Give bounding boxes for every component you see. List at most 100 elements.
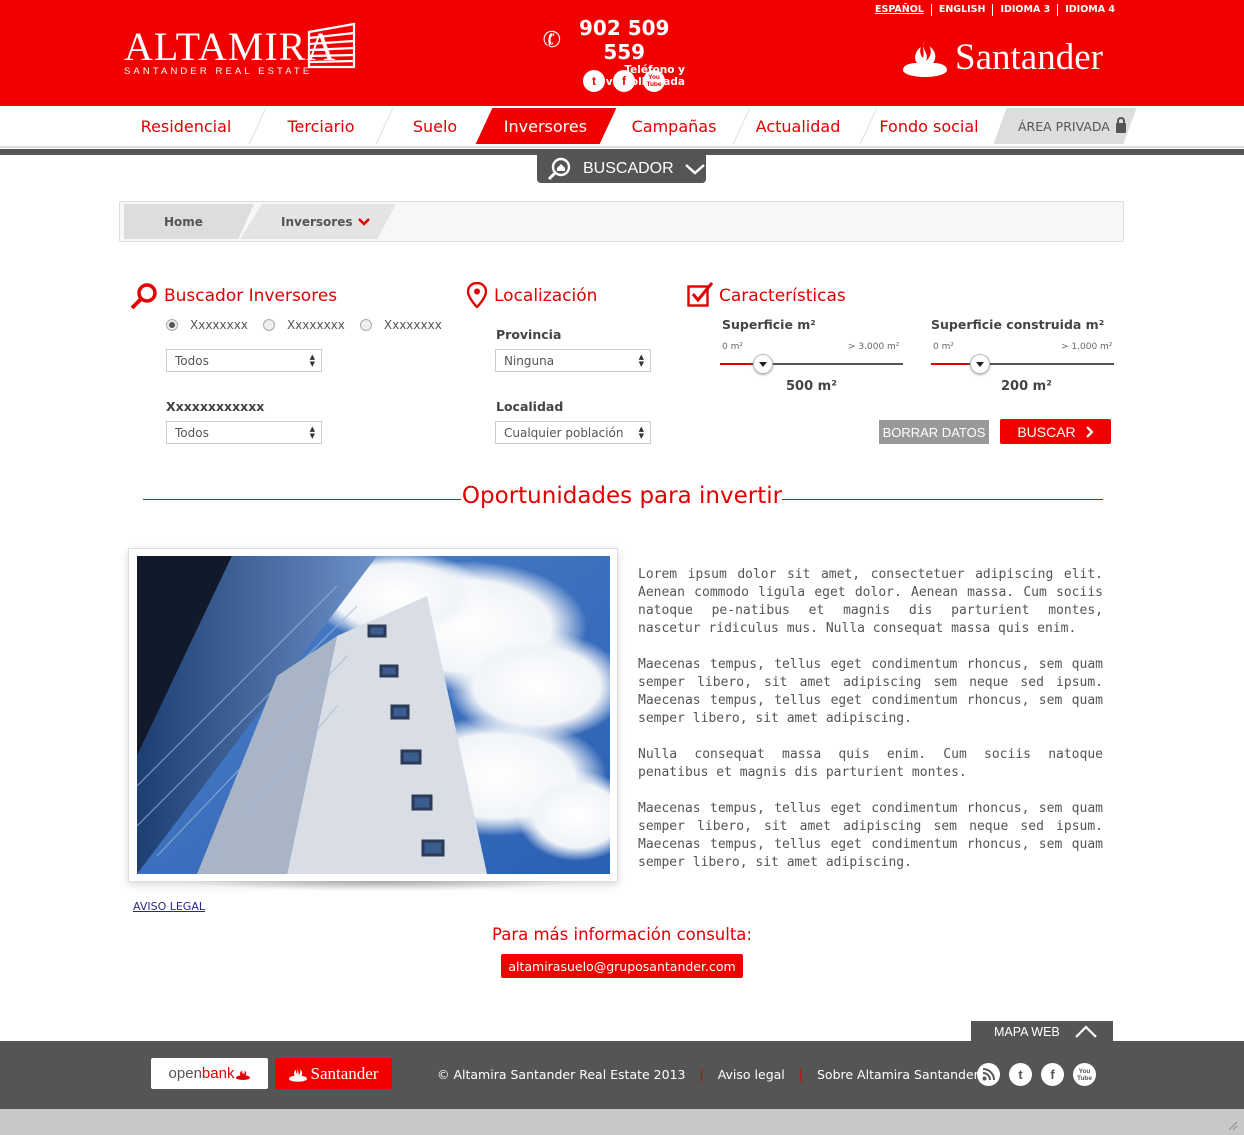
footer-link-aviso-legal[interactable]: Aviso legal [718, 1067, 785, 1082]
select-arrows-icon: ▲ ▼ [638, 425, 644, 440]
phone-number: 902 509 559 [578, 16, 670, 64]
chevron-right-icon [1085, 425, 1094, 438]
santander-flame-icon [236, 1068, 251, 1080]
contact-email-button[interactable]: altamirasuelo@gruposantander.com [501, 954, 743, 978]
private-area-text: ÁREA PRIVADA [1018, 118, 1110, 134]
slider2-max: > 1.000 m² [1061, 342, 1113, 352]
section-title-buscador: Buscador Inversores [164, 286, 338, 306]
select-arrows-icon: ▲ ▼ [309, 425, 315, 440]
slider1-label: Superficie m² [722, 317, 816, 332]
chevron-up-icon [1075, 1025, 1097, 1038]
lang-espanol[interactable]: ESPAÑOL [868, 4, 931, 16]
lang-english[interactable]: ENGLISH [930, 4, 993, 16]
chevron-down-icon [684, 164, 705, 175]
section-title-caracteristicas: Características [719, 286, 846, 306]
radio-label: Xxxxxxxx [286, 318, 345, 332]
lang-idioma4[interactable]: IDIOMA 4 [1057, 4, 1122, 16]
radio-group: Xxxxxxxx Xxxxxxxx Xxxxxxxx [166, 318, 457, 332]
nav-item-actualidad[interactable]: Actualidad [742, 108, 854, 144]
slider2-fill [931, 363, 968, 365]
select-value: Ninguna [504, 353, 555, 368]
opportunities-text: Lorem ipsum dolor sit amet, consectetuer… [638, 566, 1103, 890]
footer-link-sobre[interactable]: Sobre Altamira Santander [817, 1067, 979, 1082]
paragraph: Maecenas tempus, tellus eget condimentum… [638, 801, 1103, 870]
nav-item-terciario[interactable]: Terciario [266, 108, 376, 144]
altamira-logo[interactable]: ALTAMIRA SANTANDER REAL ESTATE [124, 24, 337, 78]
logo-name: ALTAMIRA [124, 24, 337, 69]
breadcrumb-current[interactable]: Inversores [281, 204, 371, 239]
location-pin-icon [467, 282, 487, 308]
checkbox-checked-icon [687, 282, 714, 307]
paragraph: Nulla consequat massa quis enim. Cum soc… [638, 747, 1103, 780]
search-button-label: BUSCAR [1017, 423, 1076, 440]
nav-item-inversores-label: Inversores [504, 116, 588, 136]
field-label-localidad: Localidad [496, 399, 564, 414]
aviso-legal-link[interactable]: AVISO LEGAL [133, 900, 205, 913]
openbank-logo[interactable]: open bank [151, 1058, 268, 1089]
breadcrumb-home[interactable]: Home [164, 204, 203, 239]
nav-item-inversores[interactable]: Inversores [475, 108, 617, 144]
nav-item-residencial[interactable]: Residencial [126, 108, 246, 144]
youtube-icon[interactable]: You Tube [1073, 1063, 1096, 1086]
santander-footer-logo[interactable]: Santander [275, 1058, 392, 1089]
select-localidad[interactable]: Cualquier población ▲ ▼ [495, 421, 651, 444]
radio-label: Xxxxxxxx [383, 318, 442, 332]
title-rule-right [782, 499, 1103, 500]
search-button[interactable]: BUSCAR [1000, 419, 1111, 444]
openbank-word-b: bank [201, 1065, 235, 1082]
slider2-handle[interactable] [970, 354, 990, 374]
santander-flame-icon [288, 1066, 307, 1082]
section-title-localizacion: Localización [494, 286, 598, 306]
radio-option-1[interactable]: Xxxxxxxx [166, 318, 248, 332]
paragraph: Maecenas tempus, tellus eget condimentum… [638, 657, 1103, 726]
footer-bottom-bar [0, 1109, 1244, 1135]
twitter-icon[interactable]: t [1009, 1063, 1032, 1086]
footer-separator: | [798, 1067, 803, 1082]
radio-option-3[interactable]: Xxxxxxxx [359, 318, 442, 332]
building-logo-icon [307, 22, 356, 69]
select-tipo[interactable]: Todos ▲ ▼ [166, 349, 322, 372]
select-value: Todos [175, 425, 209, 440]
santander-wordmark: Santander [955, 37, 1103, 78]
header-socials: t f You Tube [583, 70, 665, 92]
rss-icon[interactable] [977, 1063, 1000, 1086]
slider1-handle[interactable] [753, 354, 773, 374]
santander-flame-icon [903, 40, 947, 77]
slider2-value: 200 m² [1001, 379, 1052, 394]
photo-shadow [180, 881, 580, 891]
opportunities-title: Oportunidades para invertir [461, 483, 783, 509]
phone-icon: ✆ [540, 25, 565, 55]
select-xxx[interactable]: Todos ▲ ▼ [166, 421, 322, 444]
private-area-label[interactable]: ÁREA PRIVADA [1018, 108, 1126, 144]
slider1-max: > 3.000 m² [848, 342, 900, 352]
slider2-min: 0 m² [933, 342, 954, 352]
language-selector: ESPAÑOL ENGLISH IDIOMA 3 IDIOMA 4 [868, 4, 1122, 16]
clear-button[interactable]: BORRAR DATOS [879, 420, 989, 444]
buscador-toggle[interactable]: BUSCADOR [537, 155, 706, 183]
resize-grip-icon[interactable] [1228, 1121, 1238, 1131]
twitter-icon[interactable]: t [583, 70, 605, 92]
radio-dot [359, 319, 372, 331]
title-rule-left [143, 499, 461, 500]
slider2-label: Superficie construida m² [931, 317, 1105, 332]
nav-item-campanas[interactable]: Campañas [614, 108, 734, 144]
facebook-icon[interactable]: f [613, 70, 635, 92]
facebook-icon[interactable]: f [1041, 1063, 1064, 1086]
santander-logo[interactable]: Santander [903, 36, 1103, 79]
select-provincia[interactable]: Ninguna ▲ ▼ [495, 349, 651, 372]
youtube-icon[interactable]: You Tube [643, 70, 665, 92]
select-arrows-icon: ▲ ▼ [638, 353, 644, 368]
footer-separator: | [699, 1067, 704, 1082]
nav-item-fondo-social[interactable]: Fondo social [870, 108, 988, 144]
select-value: Todos [175, 353, 209, 368]
radio-option-2[interactable]: Xxxxxxxx [262, 318, 345, 332]
lang-idioma3[interactable]: IDIOMA 3 [992, 4, 1057, 16]
slider1-min: 0 m² [722, 342, 743, 352]
sitemap-tab[interactable]: MAPA WEB [971, 1021, 1113, 1042]
sitemap-label: MAPA WEB [994, 1024, 1060, 1039]
home-search-icon [547, 157, 571, 181]
building-photo [137, 556, 610, 874]
breadcrumb-current-label: Inversores [281, 214, 353, 229]
nav-item-suelo[interactable]: Suelo [390, 108, 480, 144]
radio-label: Xxxxxxxx [190, 318, 248, 332]
